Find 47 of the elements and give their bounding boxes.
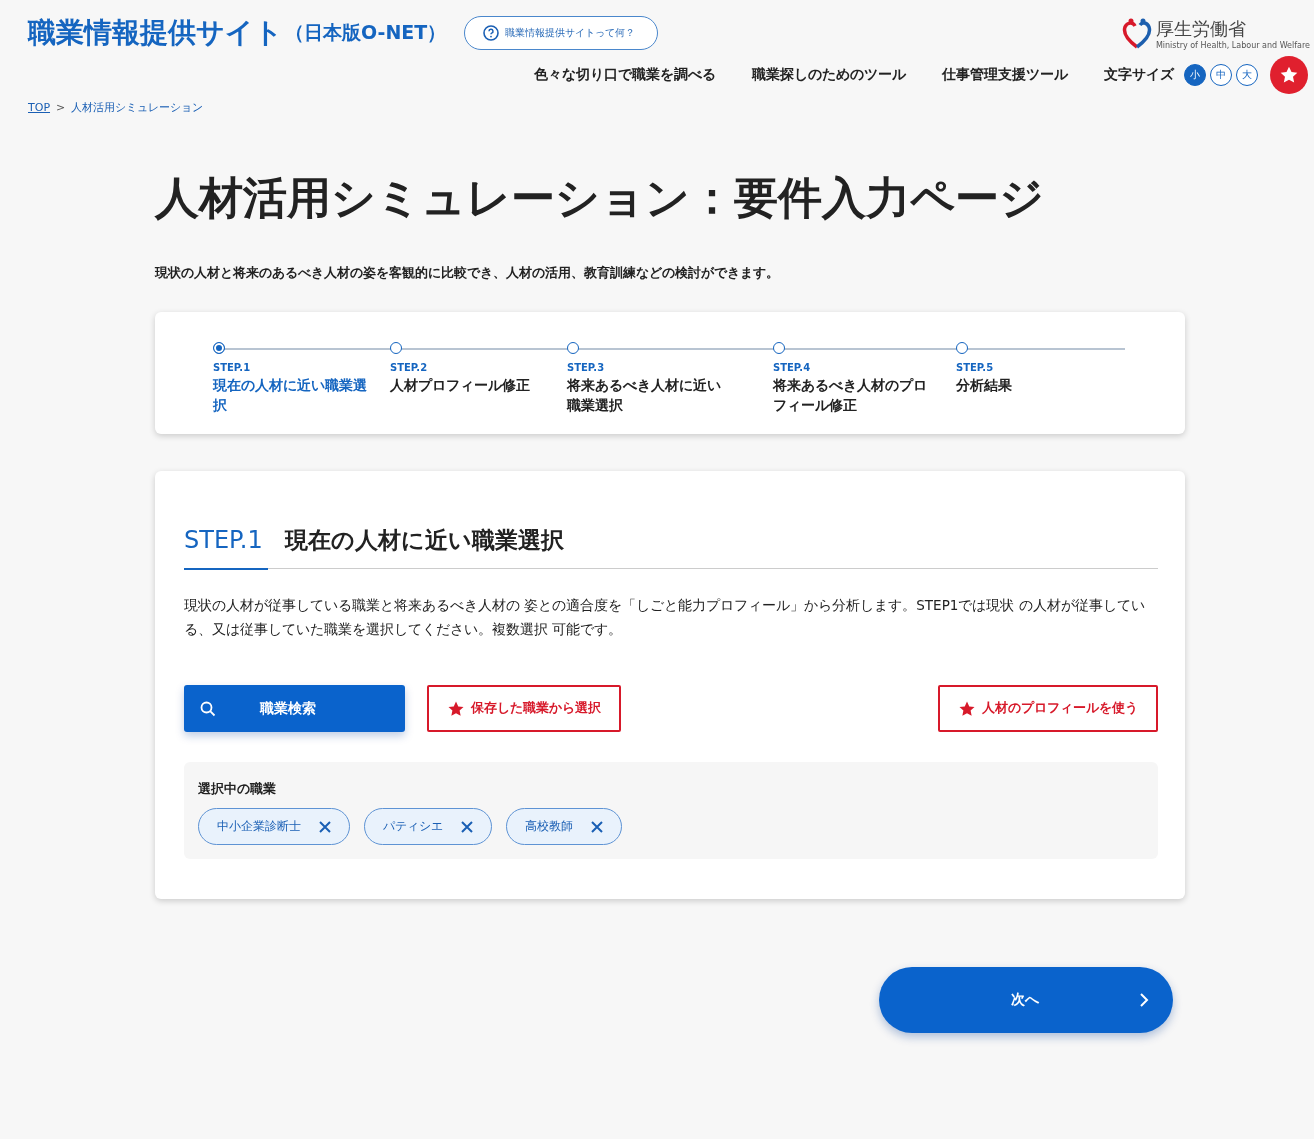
font-size-label: 文字サイズ [1104,66,1174,84]
font-size-button[interactable]: 小 [1184,64,1206,86]
help-link[interactable]: 職業情報提供サイトって何？ [464,16,659,50]
site-title[interactable]: 職業情報提供サイト [28,14,283,52]
page-title: 人材活用シミュレーション：要件入力ページ [155,171,1045,225]
section-text: 現状の人材が従事している職業と将来あるべき人材の 姿との適合度を「しごと能力プロフィール」から分析します。STEP1では現状 の人材が従事している、又は従事していた職業を選択してください。複数選択 可能です。 [184,595,1146,639]
logo-english-name: Ministry of Health, Labour and Welfare [1155,40,1310,50]
breadcrumb-current: 人材活用シミュレーション [71,100,204,115]
page-description: 現状の人材と将来のあるべき人材の姿を客観的に比較でき、人材の活用、教育訓練などの検討ができます。 [155,264,780,282]
step-label: 人材プロフィール修正 [390,376,531,395]
section-title: 現在の人材に近い職業選択 [284,525,564,555]
step-label: 現在の人材に近い職業選択 [213,376,368,416]
selected-jobs-label: 選択中の職業 [198,780,277,799]
chevron-right-icon [1139,993,1149,1008]
nav-link[interactable]: 色々な切り口で職業を調べる [534,66,716,84]
star-icon [1279,65,1299,85]
job-name: 中小企業診断士 [217,818,301,836]
nav-link[interactable]: 職業探しのためのツール [752,66,906,84]
favorites-button[interactable] [1270,56,1308,94]
saved-jobs-button[interactable]: 保存した職業から選択 [427,685,621,733]
profile-button[interactable]: 人材のプロフィールを使う [938,685,1158,733]
question-icon [483,25,500,41]
remove-icon[interactable] [461,820,473,833]
next-button[interactable]: 次へ [879,967,1173,1034]
step-number: STEP.1 [213,362,252,373]
font-size-button[interactable]: 中 [1210,64,1232,86]
breadcrumb-link[interactable]: TOP [28,101,50,114]
logo-icon [1121,17,1152,49]
search-button[interactable]: 職業検索 [184,685,405,733]
search-icon [200,700,216,717]
breadcrumb-separator-icon: > [56,101,66,114]
nav-link[interactable]: 仕事管理支援ツール [942,66,1068,84]
job-name: 高校教師 [525,818,573,836]
step-number: STEP.4 [773,362,812,373]
step-label: 分析結果 [956,376,1013,395]
job-name: パティシエ [383,818,443,836]
step-number: STEP.5 [956,362,995,373]
font-size-button[interactable]: 大 [1236,64,1258,86]
step-number: STEP.3 [567,362,606,373]
step-number: STEP.2 [390,362,429,373]
step-label: 将来あるべき人材のプロフィール修正 [773,376,928,416]
section-step: STEP.1 [184,525,263,554]
remove-icon[interactable] [319,820,331,833]
remove-icon[interactable] [591,820,603,833]
site-subtitle: （日本版O-NET） [285,20,447,45]
logo-name: 厚生労働省 [1155,16,1247,41]
step-label: 将来あるべき人材に近い職業選択 [567,376,722,416]
